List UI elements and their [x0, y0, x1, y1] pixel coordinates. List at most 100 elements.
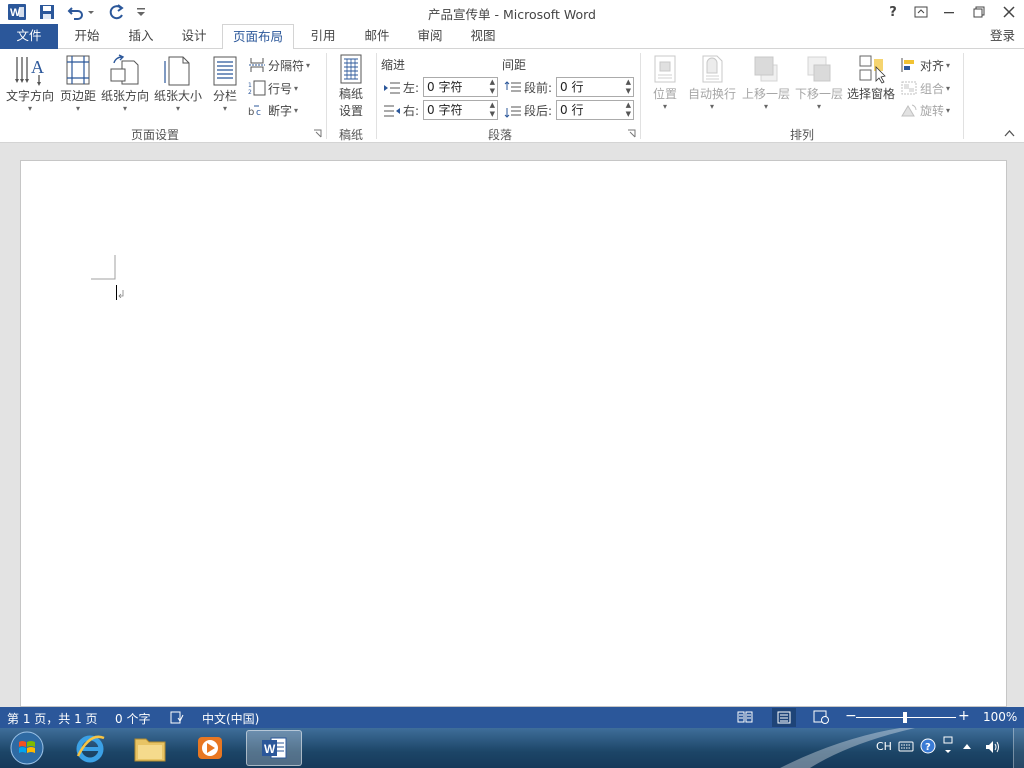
web-layout-icon[interactable] — [813, 710, 829, 724]
align-icon — [901, 58, 914, 72]
spinner-arrows-icon[interactable]: ▲ ▼ — [626, 78, 631, 96]
input-language-indicator[interactable]: CH — [876, 740, 892, 753]
spacing-after-icon — [504, 106, 521, 118]
zoom-in-icon[interactable]: + — [958, 708, 970, 724]
spinner-arrows-icon[interactable]: ▲ ▼ — [490, 78, 495, 96]
indent-right-icon — [384, 105, 400, 116]
spinner-arrows-icon[interactable]: ▲ ▼ — [626, 101, 631, 119]
indent-left-input[interactable]: 0 字符 ▲ ▼ — [423, 77, 498, 97]
print-layout-icon[interactable] — [772, 708, 796, 727]
tab-mailings[interactable]: 邮件 — [354, 24, 400, 49]
arrange-group-label: 排列 — [789, 128, 814, 142]
close-icon[interactable] — [996, 2, 1022, 22]
language-bar-options-icon[interactable] — [942, 736, 954, 756]
size-button[interactable]: 纸张大小 ▾ — [153, 53, 203, 119]
internet-explorer-icon[interactable] — [62, 730, 118, 766]
send-backward-icon — [807, 56, 831, 82]
manuscript-settings-button[interactable]: 稿纸 设置 — [332, 53, 370, 123]
show-hidden-icons-icon[interactable] — [962, 742, 972, 750]
tab-page-layout[interactable]: 页面布局 — [222, 24, 294, 50]
page-count[interactable]: 第 1 页，共 1 页 — [7, 710, 98, 727]
tab-review[interactable]: 审阅 — [407, 24, 453, 49]
group-button[interactable]: 组合 ▾ — [900, 78, 960, 98]
start-button-icon[interactable] — [0, 730, 54, 766]
margins-icon — [66, 55, 90, 85]
svg-text:2: 2 — [248, 89, 252, 96]
breaks-button[interactable]: 分隔符 ▾ — [248, 55, 320, 75]
indent-left-label: 左: — [403, 81, 420, 95]
selection-pane-button[interactable]: 选择窗格 — [846, 53, 896, 121]
document-page[interactable] — [20, 160, 1007, 707]
paper-size-icon — [164, 56, 190, 86]
keyboard-icon[interactable] — [898, 740, 914, 752]
restore-icon[interactable] — [966, 2, 992, 22]
spacing-after-label: 段后: — [524, 104, 553, 118]
margins-button[interactable]: 页边距 ▾ — [58, 53, 98, 119]
ribbon-display-options-icon[interactable] — [908, 2, 934, 22]
page-setup-dialog-launcher-icon[interactable] — [313, 129, 323, 139]
bring-forward-icon — [754, 56, 778, 82]
collapse-ribbon-icon[interactable] — [1004, 129, 1016, 139]
indent-right-label: 右: — [403, 104, 420, 118]
spinner-arrows-icon[interactable]: ▲ ▼ — [490, 101, 495, 119]
text-cursor — [116, 285, 117, 300]
volume-icon[interactable] — [984, 739, 1002, 755]
spacing-after-value: 0 行 — [560, 103, 584, 117]
bring-forward-button[interactable]: 上移一层 ▾ — [740, 53, 792, 121]
tab-references[interactable]: 引用 — [300, 24, 346, 49]
tab-file[interactable]: 文件 — [0, 24, 58, 49]
align-button[interactable]: 对齐 ▾ — [900, 55, 960, 75]
size-label: 纸张大小 — [153, 89, 202, 103]
word-taskbar-icon[interactable]: W — [246, 730, 302, 766]
group-separator — [326, 53, 327, 139]
read-mode-icon[interactable] — [737, 710, 753, 724]
wrap-text-button[interactable]: 自动换行 ▾ — [686, 53, 738, 121]
proofing-icon[interactable] — [170, 711, 184, 724]
zoom-slider-thumb[interactable] — [903, 712, 907, 723]
hyphenation-button[interactable]: bc 断字 ▾ — [248, 100, 308, 120]
zoom-out-icon[interactable]: − — [845, 708, 857, 724]
align-label: 对齐 — [920, 58, 945, 73]
wrap-text-icon — [702, 55, 723, 83]
selection-pane-label: 选择窗格 — [846, 87, 895, 101]
document-area — [0, 143, 1024, 707]
zoom-level[interactable]: 100% — [983, 710, 1017, 724]
word-count[interactable]: 0 个字 — [115, 710, 150, 727]
orientation-button[interactable]: 纸张方向 ▾ — [100, 53, 150, 119]
tab-view[interactable]: 视图 — [460, 24, 506, 49]
spacing-after-row: 段后: — [504, 102, 552, 119]
title-bar: W 产品宣传单 - Microsoft Word ? — [0, 0, 1024, 24]
send-backward-button[interactable]: 下移一层 ▾ — [793, 53, 845, 121]
sign-in-link[interactable]: 登录 — [990, 24, 1024, 49]
manuscript-group-label: 稿纸 — [338, 128, 363, 142]
margins-label: 页边距 — [59, 89, 96, 103]
file-explorer-icon[interactable] — [122, 730, 178, 766]
help-tray-icon[interactable]: ? — [920, 738, 936, 754]
ribbon-tabs: 文件 开始 插入 设计 页面布局 引用 邮件 审阅 视图 登录 — [0, 24, 1024, 50]
line-numbers-button[interactable]: 12 行号 ▾ — [248, 78, 308, 98]
language-indicator[interactable]: 中文(中国) — [202, 710, 259, 727]
columns-button[interactable]: 分栏 ▾ — [207, 53, 243, 119]
position-button[interactable]: 位置 ▾ — [646, 53, 684, 121]
breaks-icon — [249, 58, 265, 72]
bring-forward-label: 上移一层 — [741, 87, 790, 101]
rotate-icon — [901, 104, 917, 117]
svg-text:c: c — [256, 108, 261, 118]
spacing-before-input[interactable]: 0 行 ▲ ▼ — [556, 77, 634, 97]
help-button[interactable]: ? — [880, 2, 906, 22]
group-separator — [640, 53, 641, 139]
manuscript-label-line1: 稿纸 — [338, 87, 363, 101]
tab-home[interactable]: 开始 — [64, 24, 110, 49]
columns-icon — [213, 56, 237, 86]
rotate-button[interactable]: 旋转 ▾ — [900, 100, 960, 120]
media-player-icon[interactable] — [182, 730, 238, 766]
paragraph-dialog-launcher-icon[interactable] — [627, 129, 637, 139]
spacing-before-value: 0 行 — [560, 80, 584, 94]
minimize-icon[interactable] — [936, 2, 962, 22]
tab-design[interactable]: 设计 — [171, 24, 217, 49]
show-desktop-button[interactable] — [1013, 728, 1024, 768]
indent-right-input[interactable]: 0 字符 ▲ ▼ — [423, 100, 498, 120]
text-direction-button[interactable]: A 文字方向 ▾ — [4, 53, 56, 119]
tab-insert[interactable]: 插入 — [118, 24, 164, 49]
spacing-after-input[interactable]: 0 行 ▲ ▼ — [556, 100, 634, 120]
